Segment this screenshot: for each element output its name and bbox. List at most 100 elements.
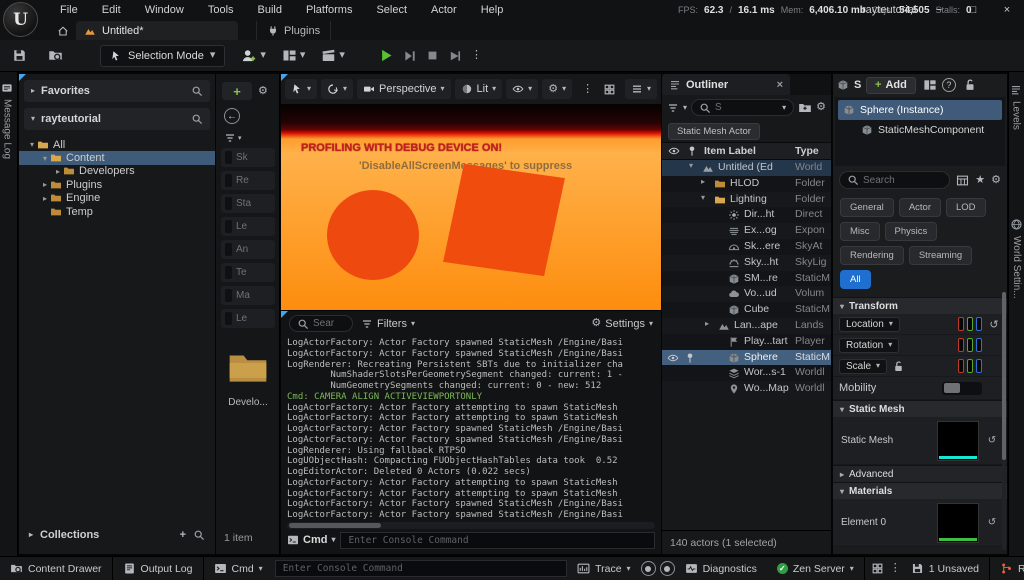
search-icon[interactable] bbox=[191, 113, 203, 125]
status-console-input[interactable] bbox=[275, 560, 567, 577]
menu-actor[interactable]: Actor bbox=[419, 0, 469, 20]
asset-filter-item[interactable]: Sk bbox=[221, 148, 275, 167]
outliner-row-hlod[interactable]: ▸HLODFolder bbox=[662, 176, 831, 192]
help-icon[interactable]: ? bbox=[942, 78, 956, 92]
filter-chip-general[interactable]: General bbox=[840, 198, 894, 217]
cinematics-dropdown[interactable]: ▾ bbox=[321, 48, 345, 63]
kebab-icon[interactable]: ⋮ bbox=[890, 563, 901, 574]
outliner-row-untitled-ed[interactable]: ▾Untitled (EdWorld bbox=[662, 160, 831, 176]
gear-icon[interactable]: ⚙ bbox=[816, 102, 826, 113]
unsaved-button[interactable]: 1 Unsaved bbox=[901, 557, 989, 580]
viewport-options-menu[interactable]: ▾ bbox=[625, 79, 657, 99]
filter-chip-physics[interactable]: Physics bbox=[885, 222, 938, 241]
reset-location-button[interactable]: ↺ bbox=[987, 318, 1001, 331]
trace-snapshot-button[interactable] bbox=[641, 561, 656, 576]
outliner-tab[interactable]: Outliner × bbox=[662, 74, 790, 95]
add-actor-dropdown[interactable]: ▾ bbox=[241, 48, 266, 64]
add-asset-button[interactable]: + bbox=[222, 82, 252, 100]
outliner-row-sphere[interactable]: SphereStaticM bbox=[662, 350, 831, 366]
gear-icon[interactable]: ⚙ bbox=[258, 86, 268, 97]
tab-untitled-level[interactable]: Untitled* bbox=[76, 21, 238, 40]
mobility-toggle[interactable] bbox=[942, 382, 982, 395]
log-filters-dropdown[interactable]: Filters ▾ bbox=[361, 318, 415, 330]
levels-tab[interactable]: Levels bbox=[1010, 84, 1022, 130]
menu-edit[interactable]: Edit bbox=[90, 0, 133, 20]
message-log-tab[interactable]: Message Log bbox=[1, 82, 13, 159]
outliner-search-box[interactable]: ▾ bbox=[691, 99, 794, 116]
reset-static-mesh-button[interactable]: ↺ bbox=[985, 435, 999, 446]
log-search-input[interactable] bbox=[313, 318, 345, 329]
outliner-row-wo-map[interactable]: Wo...MapWorldl bbox=[662, 381, 831, 397]
scrollbar-thumb[interactable] bbox=[1002, 292, 1006, 460]
outliner-row-cube[interactable]: CubeStaticM bbox=[662, 302, 831, 318]
log-horizontal-scrollbar[interactable] bbox=[287, 522, 655, 529]
outliner-row-dir-ht[interactable]: Dir...htDirect bbox=[662, 207, 831, 223]
frame-skip-button[interactable] bbox=[403, 49, 417, 63]
outliner-row-lighting[interactable]: ▾LightingFolder bbox=[662, 192, 831, 208]
outliner-search-input[interactable] bbox=[715, 102, 778, 113]
log-lines[interactable]: LogActorFactory: Actor Factory spawned S… bbox=[281, 336, 661, 521]
tab-plugins[interactable]: Plugins bbox=[256, 21, 331, 40]
add-collection-button[interactable]: + bbox=[180, 530, 186, 541]
stop-button[interactable] bbox=[426, 49, 439, 62]
outliner-row-vo-ud[interactable]: Vo...udVolum bbox=[662, 286, 831, 302]
menu-help[interactable]: Help bbox=[469, 0, 516, 20]
asset-filter-item[interactable]: Sta bbox=[221, 194, 275, 213]
kebab-icon[interactable]: ⋮ bbox=[471, 50, 482, 61]
collections-header[interactable]: ▸ Collections + bbox=[19, 524, 215, 546]
scale-xyz-fields[interactable] bbox=[958, 359, 982, 373]
world-settings-tab[interactable]: World Settin... bbox=[1010, 218, 1023, 299]
materials-section-header[interactable]: ▾ Materials bbox=[833, 482, 1007, 499]
blueprints-dropdown[interactable]: ▾ bbox=[282, 48, 306, 63]
insights-button[interactable] bbox=[865, 557, 890, 580]
reset-material-button[interactable]: ↺ bbox=[985, 517, 999, 528]
filter-chip-all[interactable]: All bbox=[840, 270, 871, 289]
add-component-button[interactable]: + Add bbox=[866, 77, 916, 94]
details-search-input[interactable] bbox=[863, 175, 942, 186]
static-mesh-thumbnail[interactable] bbox=[937, 421, 979, 461]
outliner-row-sky-ht[interactable]: Sky...htSkyLig bbox=[662, 255, 831, 271]
asset-filter-item[interactable]: Le bbox=[221, 309, 275, 328]
editor-mode-dropdown[interactable]: Selection Mode ▾ bbox=[100, 45, 225, 67]
project-header[interactable]: ▾ rayteutorial bbox=[24, 108, 210, 130]
close-button[interactable]: × bbox=[990, 0, 1024, 20]
filter-icon[interactable] bbox=[667, 102, 679, 114]
asset-filter-item[interactable]: Re bbox=[221, 171, 275, 190]
outliner-row-wor-s-1[interactable]: Wor...s-1Worldl bbox=[662, 365, 831, 381]
log-cmd-dropdown[interactable]: Cmd ▾ bbox=[287, 534, 335, 546]
folder-tree-item-plugins[interactable]: ▸Plugins bbox=[19, 178, 215, 191]
type-column[interactable]: Type bbox=[795, 145, 819, 157]
filter-chip-misc[interactable]: Misc bbox=[840, 222, 880, 241]
perspective-dropdown[interactable]: Perspective▾ bbox=[357, 79, 451, 99]
menu-build[interactable]: Build bbox=[246, 0, 294, 20]
blueprint-icon[interactable] bbox=[923, 78, 937, 92]
content-drawer-button[interactable]: Content Drawer bbox=[0, 557, 112, 580]
gear-icon[interactable]: ⚙ bbox=[991, 175, 1001, 186]
search-icon[interactable] bbox=[191, 85, 203, 97]
log-search-box[interactable] bbox=[289, 315, 353, 332]
back-button[interactable]: ← bbox=[224, 108, 240, 124]
transform-section-header[interactable]: ▾ Transform bbox=[833, 297, 1007, 314]
details-scrollbar[interactable] bbox=[1002, 292, 1006, 550]
unlock-icon[interactable] bbox=[963, 78, 977, 92]
zen-server-dropdown[interactable]: ✓ Zen Server ▾ bbox=[767, 557, 864, 580]
component-node-staticmesh[interactable]: StaticMeshComponent bbox=[856, 120, 1002, 140]
outliner-row-play-tart[interactable]: Play...tartPlayer bbox=[662, 334, 831, 350]
location-xyz-fields[interactable] bbox=[958, 317, 982, 331]
chevron-down-icon[interactable]: ▾ bbox=[701, 193, 705, 202]
maximize-button[interactable]: □ bbox=[956, 0, 990, 20]
viewport-settings-dropdown[interactable]: ⚙▾ bbox=[542, 79, 572, 99]
outliner-row-sk-ere[interactable]: Sk...ereSkyAt bbox=[662, 239, 831, 255]
cube-mesh[interactable] bbox=[443, 164, 565, 276]
chevron-right-icon[interactable]: ▸ bbox=[701, 177, 705, 186]
scale-dropdown[interactable]: Scale▾ bbox=[839, 359, 887, 374]
home-button[interactable] bbox=[52, 22, 74, 40]
location-dropdown[interactable]: Location▾ bbox=[839, 317, 900, 332]
folder-tree-item-temp[interactable]: Temp bbox=[19, 205, 215, 218]
menu-file[interactable]: File bbox=[48, 0, 90, 20]
viewport-scene[interactable]: PROFILING WITH DEBUG DEVICE ON! 'Disable… bbox=[281, 104, 661, 310]
rotation-dropdown[interactable]: Rotation▾ bbox=[839, 338, 899, 353]
save-button[interactable] bbox=[6, 44, 32, 68]
minimize-button[interactable]: − bbox=[922, 0, 956, 20]
outliner-row-sm-re[interactable]: SM...reStaticM bbox=[662, 271, 831, 287]
